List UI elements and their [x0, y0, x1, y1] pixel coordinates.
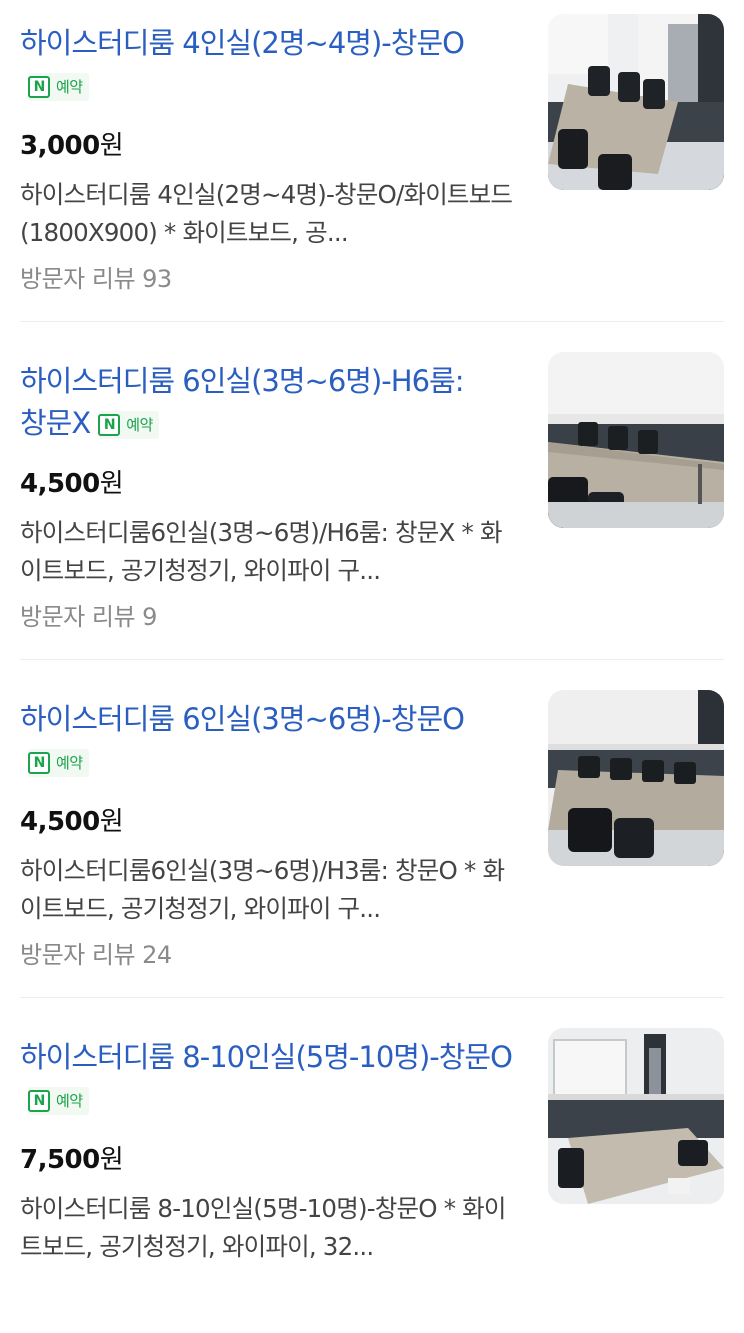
room-photo[interactable] [548, 1028, 724, 1204]
price-value: 3,000 [20, 131, 100, 161]
price: 4,500원 [20, 466, 124, 502]
price-value: 4,500 [20, 469, 100, 499]
meeting-room-photo-icon [548, 14, 724, 190]
visitor-review-count[interactable]: 방문자 리뷰 24 [20, 938, 172, 972]
reservation-badge: N 예약 [28, 1087, 89, 1115]
room-title-text[interactable]: 하이스터디룸 6인실(3명~6명)-창문O [20, 702, 465, 736]
naver-n-icon: N [28, 1090, 50, 1112]
naver-n-icon: N [98, 414, 121, 436]
price-unit: 원 [99, 469, 124, 499]
meeting-room-photo-icon [548, 352, 724, 528]
reservation-badge: N 예약 [98, 411, 159, 439]
price: 3,000원 [20, 128, 124, 164]
price: 7,500원 [20, 1142, 124, 1178]
room-description: 하이스터디룸 4인실(2명~4명)-창문O/화이트보드(1800X900) * … [20, 180, 513, 247]
room-description: 하이스터디룸6인실(3명~6명)/H3룸: 창문O * 화이트보드, 공기청정기… [20, 856, 505, 923]
room-title[interactable]: 하이스터디룸 8-10인실(5명-10명)-창문O N 예약 [20, 1036, 520, 1120]
room-title[interactable]: 하이스터디룸 6인실(3명~6명)-창문O N 예약 [20, 698, 520, 782]
room-title-text[interactable]: 하이스터디룸 6인실(3명~6명)-H6룸: 창문X [20, 364, 464, 440]
room-photo[interactable] [548, 690, 724, 866]
room-title-text[interactable]: 하이스터디룸 4인실(2명~4명)-창문O [20, 26, 465, 60]
price: 4,500원 [20, 804, 124, 840]
divider [20, 997, 724, 998]
divider [20, 321, 724, 322]
room-title-text[interactable]: 하이스터디룸 8-10인실(5명-10명)-창문O [20, 1040, 513, 1074]
visitor-review-count[interactable]: 방문자 리뷰 9 [20, 600, 157, 634]
reservation-badge: N 예약 [28, 749, 89, 777]
room-photo[interactable] [548, 14, 724, 190]
reservation-label: 예약 [56, 78, 83, 96]
price-value: 4,500 [20, 807, 100, 837]
reservation-badge: N 예약 [28, 73, 89, 101]
divider [20, 659, 724, 660]
room-photo[interactable] [548, 352, 724, 528]
price-unit: 원 [99, 807, 124, 837]
reservation-label: 예약 [56, 754, 83, 772]
list-item[interactable]: 하이스터디룸 4인실(2명~4명)-창문O N 예약 3,000원 하이스터디룸 4… [20, 14, 724, 322]
reservation-label: 예약 [56, 1092, 83, 1110]
room-title[interactable]: 하이스터디룸 4인실(2명~4명)-창문O N 예약 [20, 22, 520, 106]
visitor-review-count[interactable]: 방문자 리뷰 93 [20, 262, 172, 296]
price-unit: 원 [99, 131, 124, 161]
meeting-room-photo-icon [548, 690, 724, 866]
list-item[interactable]: 하이스터디룸 8-10인실(5명-10명)-창문O N 예약 7,500원 하이스터… [20, 1028, 724, 1333]
meeting-room-photo-icon [548, 1028, 724, 1204]
price-value: 7,500 [20, 1145, 100, 1175]
room-description: 하이스터디룸 8-10인실(5명-10명)-창문O * 화이트보드, 공기청정기… [20, 1194, 506, 1261]
list-item[interactable]: 하이스터디룸 6인실(3명~6명)-H6룸: 창문X N 예약 4,500원 하이스… [20, 352, 724, 660]
price-unit: 원 [99, 1145, 124, 1175]
naver-n-icon: N [28, 752, 50, 774]
room-description: 하이스터디룸6인실(3명~6명)/H6룸: 창문X * 화이트보드, 공기청정기… [20, 518, 502, 585]
room-title[interactable]: 하이스터디룸 6인실(3명~6명)-H6룸: 창문X N 예약 [20, 360, 520, 444]
list-item[interactable]: 하이스터디룸 6인실(3명~6명)-창문O N 예약 4,500원 하이스터디룸6인… [20, 690, 724, 998]
reservation-label: 예약 [126, 416, 153, 434]
naver-n-icon: N [28, 76, 50, 98]
